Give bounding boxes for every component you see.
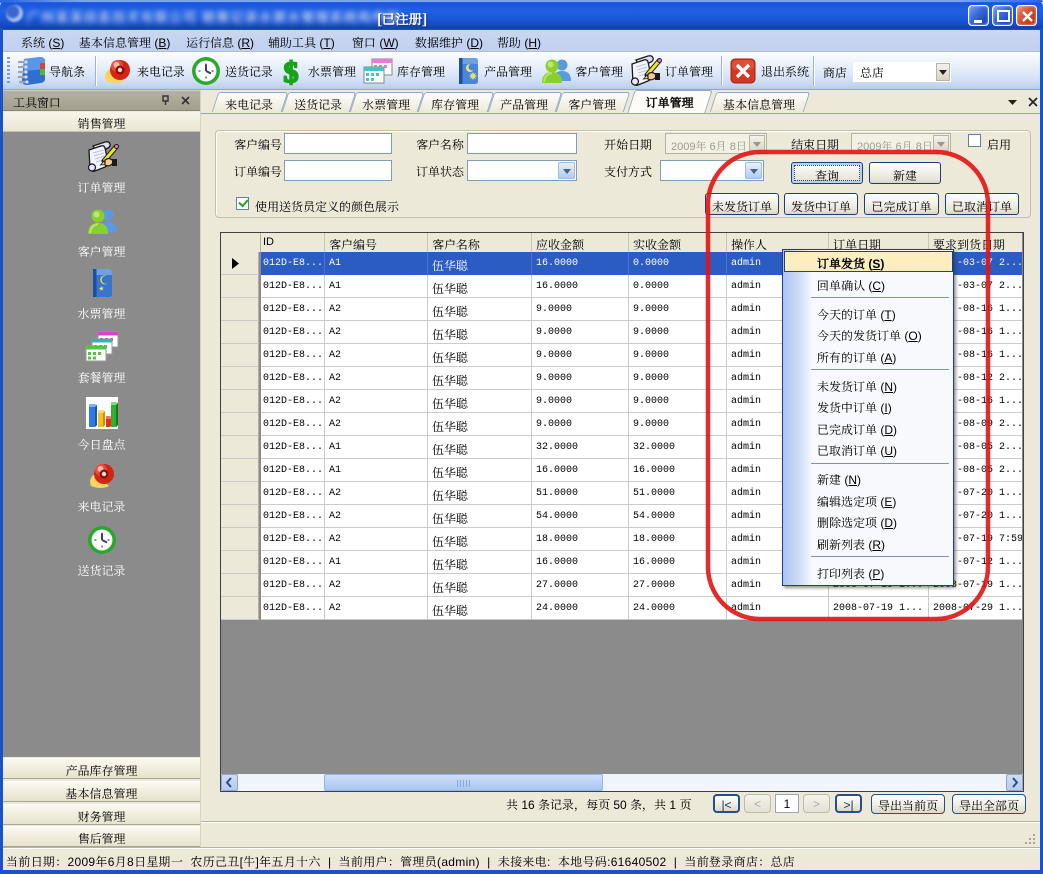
svg-text:$: $ — [284, 56, 299, 87]
